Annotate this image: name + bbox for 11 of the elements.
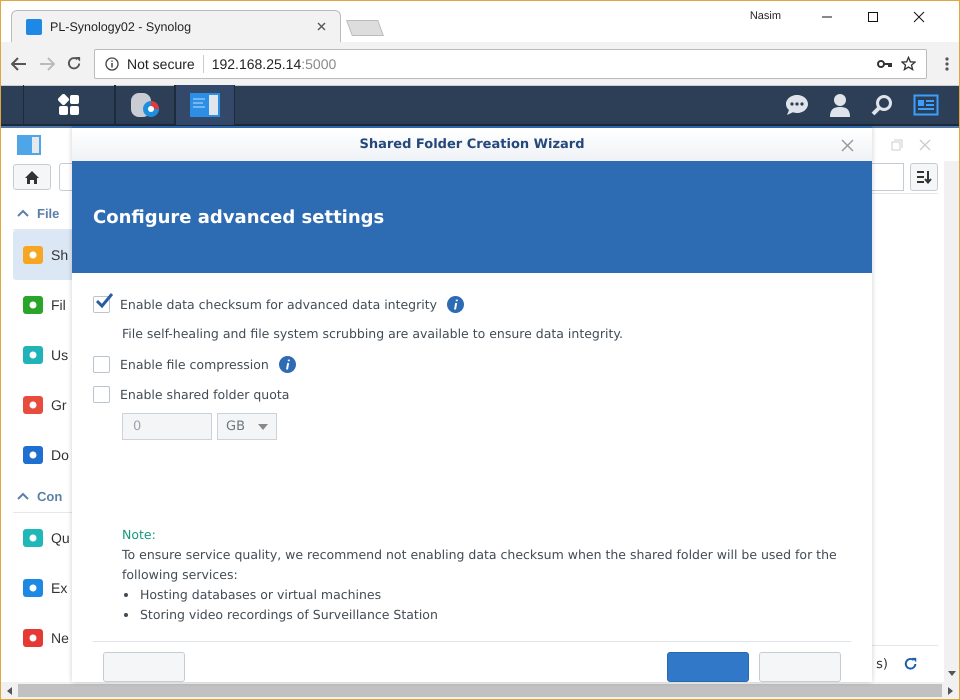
option-description: File self-healing and file system scrubbing are available to ensure data integrity. bbox=[122, 324, 624, 343]
dialog-title: Shared Folder Creation Wizard bbox=[359, 137, 585, 152]
step-heading: Configure advanced settings bbox=[93, 206, 384, 228]
tab-title: PL-Synology02 - Synolog bbox=[50, 20, 192, 34]
item-count-text: s) bbox=[876, 656, 888, 672]
note-label: Note: bbox=[122, 527, 156, 542]
url-text: 192.168.25.14:5000 bbox=[212, 56, 336, 72]
security-label: Not secure bbox=[127, 56, 195, 72]
bullet-item: Storing video recordings of Surveillance Station bbox=[122, 605, 851, 625]
note-text: To ensure service quality, we recommend not enabling data checksum when the shared folder will be used for the following services: bbox=[122, 546, 838, 584]
bullet-item: Hosting databases or virtual machines bbox=[122, 585, 851, 605]
